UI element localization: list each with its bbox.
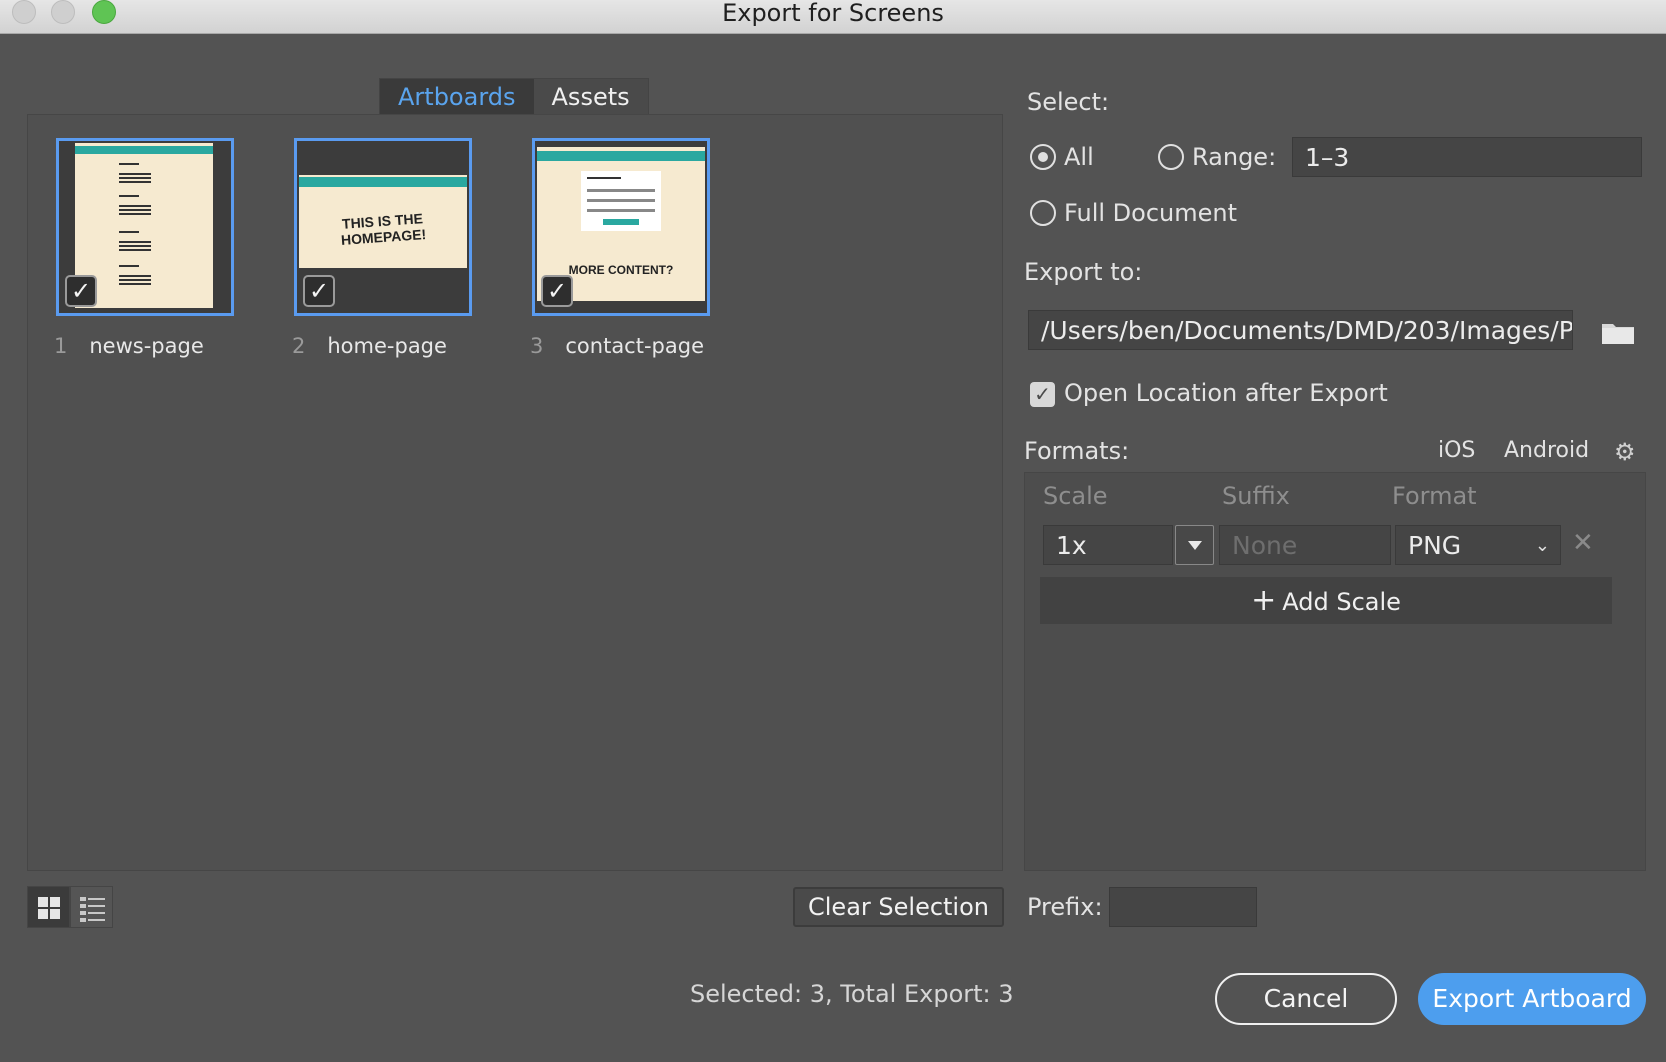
select-all-radio[interactable] xyxy=(1030,144,1056,170)
format-column-header: Format xyxy=(1392,482,1477,510)
format-select-value: PNG xyxy=(1408,531,1462,560)
suffix-column-header: Suffix xyxy=(1222,482,1290,510)
clear-selection-button[interactable]: Clear Selection xyxy=(793,887,1004,927)
grid-view-button[interactable] xyxy=(27,886,70,928)
scale-dropdown-button[interactable] xyxy=(1175,525,1214,565)
title-bar: Export for Screens xyxy=(0,0,1666,34)
window-title: Export for Screens xyxy=(722,0,944,27)
range-input[interactable]: 1–3 xyxy=(1292,137,1642,177)
select-label: Select: xyxy=(1027,88,1110,116)
tab-assets[interactable]: Assets xyxy=(533,79,648,115)
artboard-checkbox[interactable]: ✓ xyxy=(65,275,97,307)
export-path-field[interactable]: /Users/ben/Documents/DMD/203/Images/P xyxy=(1028,310,1573,350)
artboard-checkbox[interactable]: ✓ xyxy=(303,275,335,307)
select-all-label: All xyxy=(1064,143,1094,171)
add-scale-label: Add Scale xyxy=(1282,588,1401,616)
suffix-input[interactable]: None xyxy=(1219,525,1391,565)
artboard-number: 3 xyxy=(530,334,544,358)
gear-icon[interactable]: ⚙ xyxy=(1614,440,1638,464)
artboard-name: news-page xyxy=(89,334,204,358)
artboard-number: 1 xyxy=(54,334,68,358)
ios-preset-button[interactable]: iOS xyxy=(1438,438,1475,463)
open-location-checkbox[interactable]: ✓ xyxy=(1030,382,1055,407)
artboard-thumbnail-news-page[interactable]: ✓ xyxy=(56,138,234,316)
artboard-label: 2 home-page xyxy=(292,334,447,358)
list-view-button[interactable] xyxy=(70,886,113,928)
list-view-icon xyxy=(80,897,105,922)
scale-input[interactable]: 1x xyxy=(1043,525,1173,565)
folder-icon[interactable] xyxy=(1600,318,1636,346)
artboard-thumbnail-contact-page[interactable]: MORE CONTENT? ✓ xyxy=(532,138,710,316)
scale-column-header: Scale xyxy=(1043,482,1108,510)
grid-view-icon xyxy=(38,897,60,919)
artboard-label: 1 news-page xyxy=(54,334,204,358)
tab-artboards[interactable]: Artboards xyxy=(380,79,534,115)
plus-icon: + xyxy=(1251,583,1277,618)
chevron-down-icon: ⌄ xyxy=(1534,535,1550,556)
cancel-button[interactable]: Cancel xyxy=(1215,973,1397,1025)
prefix-input[interactable] xyxy=(1109,887,1257,927)
artboard-checkbox[interactable]: ✓ xyxy=(541,275,573,307)
select-range-radio[interactable] xyxy=(1158,144,1184,170)
select-range-label: Range: xyxy=(1192,143,1277,171)
selection-status: Selected: 3, Total Export: 3 xyxy=(690,980,1014,1008)
artboard-thumbnail-home-page[interactable]: THIS IS THE HOMEPAGE! ✓ xyxy=(294,138,472,316)
artboard-number: 2 xyxy=(292,334,306,358)
artboard-hero-text: THIS IS THE HOMEPAGE! xyxy=(340,210,427,248)
full-document-label: Full Document xyxy=(1064,199,1238,227)
artboard-label: 3 contact-page xyxy=(530,334,704,358)
export-to-label: Export to: xyxy=(1024,258,1143,286)
artboard-name: contact-page xyxy=(565,334,704,358)
full-document-radio[interactable] xyxy=(1030,200,1056,226)
artboard-preview: THIS IS THE HOMEPAGE! xyxy=(299,175,467,268)
open-location-label: Open Location after Export xyxy=(1064,379,1388,407)
prefix-label: Prefix: xyxy=(1027,893,1103,921)
export-artboard-button[interactable]: Export Artboard xyxy=(1418,973,1646,1025)
artboard-name: home-page xyxy=(327,334,447,358)
tab-bar: Artboards Assets xyxy=(379,78,649,115)
remove-scale-icon[interactable]: ✕ xyxy=(1572,530,1596,556)
android-preset-button[interactable]: Android xyxy=(1504,438,1589,463)
add-scale-button[interactable]: + Add Scale xyxy=(1040,577,1612,624)
formats-label: Formats: xyxy=(1024,437,1130,465)
format-select[interactable]: PNG ⌄ xyxy=(1395,525,1561,565)
